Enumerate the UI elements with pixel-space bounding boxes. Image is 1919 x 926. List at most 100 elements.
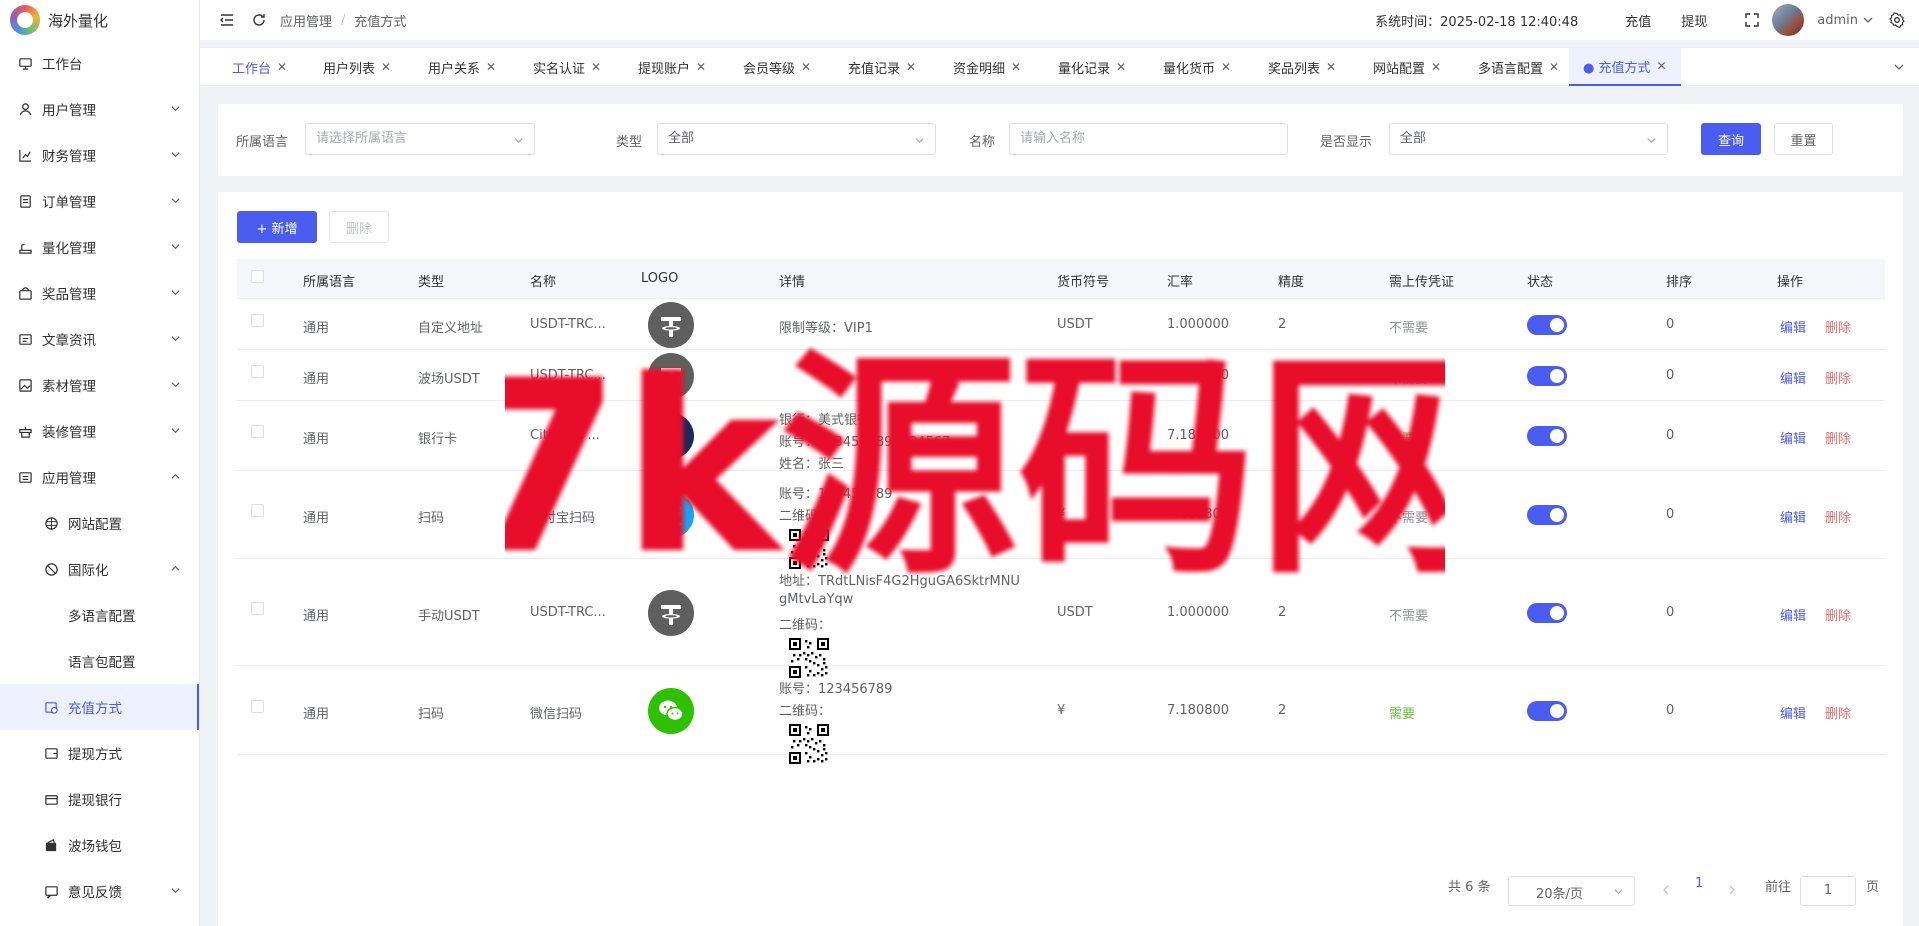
tab-item[interactable]: 量化记录 ✕ [1058, 48, 1126, 86]
row-checkbox[interactable] [251, 364, 264, 378]
sidebar-item-recharge-methods[interactable]: 充值方式 [0, 684, 199, 730]
tab-item[interactable]: ● 充值方式 ✕ [1569, 48, 1681, 86]
sidebar-item-prizes[interactable]: 奖品管理 [0, 270, 199, 316]
sidebar-item-withdraw-methods[interactable]: 提现方式 [0, 730, 199, 776]
collapse-menu-icon[interactable] [219, 12, 235, 28]
sidebar-item-decoration[interactable]: 装修管理 [0, 408, 199, 454]
row-checkbox[interactable] [251, 425, 264, 438]
tabs-more-chevron-icon[interactable] [1893, 61, 1905, 73]
chevron-down-icon[interactable] [1862, 14, 1874, 26]
edit-button[interactable]: 编辑 [1780, 605, 1806, 624]
refresh-icon[interactable] [251, 12, 267, 28]
sidebar-item-withdraw-banks[interactable]: 提现银行 [0, 776, 199, 822]
sidebar-item-i18n[interactable]: 国际化 [0, 546, 199, 592]
delete-button[interactable]: 删除 [329, 211, 389, 243]
edit-button[interactable]: 编辑 [1780, 368, 1806, 387]
tab-item[interactable]: 会员等级 ✕ [743, 48, 811, 86]
tab-item[interactable]: 实名认证 ✕ [533, 48, 601, 86]
lang-select[interactable]: 请选择所属语言 [305, 123, 535, 155]
row-checkbox[interactable] [251, 699, 264, 713]
delete-row-button[interactable]: 删除 [1825, 317, 1851, 336]
close-icon[interactable]: ✕ [1549, 60, 1559, 74]
sidebar-item-dashboard[interactable]: 工作台 [0, 40, 199, 86]
page-unit-label: 页 [1866, 880, 1880, 895]
breadcrumb-item[interactable]: 应用管理 [280, 11, 332, 30]
sidebar-item-label: 应用管理 [42, 471, 96, 487]
sidebar-item-feedback[interactable]: 意见反馈 [0, 868, 199, 914]
query-button[interactable]: 查询 [1701, 123, 1761, 155]
sidebar-item-site-config[interactable]: 网站配置 [0, 500, 199, 546]
close-icon[interactable]: ✕ [696, 60, 706, 74]
close-icon[interactable]: ✕ [1221, 60, 1231, 74]
tab-item[interactable]: 提现账户 ✕ [638, 48, 706, 86]
printer-icon [17, 239, 33, 255]
edit-button[interactable]: 编辑 [1780, 317, 1806, 336]
delete-row-button[interactable]: 删除 [1825, 605, 1851, 624]
status-toggle[interactable] [1527, 602, 1567, 623]
close-icon[interactable]: ✕ [801, 60, 811, 74]
add-button[interactable]: + 新增 [237, 211, 317, 243]
name-input[interactable]: 请输入名称 [1009, 123, 1288, 155]
sidebar-item-users[interactable]: 用户管理 [0, 86, 199, 132]
tab-item[interactable]: 资金明细 ✕ [953, 48, 1021, 86]
close-icon[interactable]: ✕ [591, 60, 601, 74]
status-toggle[interactable] [1527, 700, 1567, 721]
sidebar-item-materials[interactable]: 素材管理 [0, 362, 199, 408]
avatar[interactable] [1772, 4, 1805, 36]
gear-icon[interactable] [1889, 12, 1905, 28]
page-size-select[interactable]: 20条/页 [1508, 876, 1635, 906]
withdraw-link[interactable]: 提现 [1681, 11, 1707, 30]
close-icon[interactable]: ✕ [277, 60, 287, 74]
tab-item[interactable]: 量化货币 ✕ [1163, 48, 1231, 86]
type-select[interactable]: 全部 [657, 123, 936, 155]
edit-button[interactable]: 编辑 [1780, 703, 1806, 722]
status-toggle[interactable] [1527, 426, 1567, 446]
username[interactable]: admin [1817, 13, 1858, 28]
close-icon[interactable]: ✕ [1326, 60, 1336, 74]
status-toggle[interactable] [1527, 505, 1567, 525]
close-icon[interactable]: ✕ [1656, 59, 1666, 73]
close-icon[interactable]: ✕ [1011, 60, 1021, 74]
monitor-icon [17, 55, 33, 71]
close-icon[interactable]: ✕ [906, 60, 916, 74]
next-page-icon[interactable] [1726, 884, 1738, 896]
current-page[interactable]: 1 [1695, 876, 1703, 891]
tab-item[interactable]: 用户列表 ✕ [323, 48, 391, 86]
close-icon[interactable]: ✕ [1431, 60, 1441, 74]
goto-page-input[interactable]: 1 [1800, 876, 1856, 906]
tab-item[interactable]: 充值记录 ✕ [848, 48, 916, 86]
tab-item[interactable]: 网站配置 ✕ [1373, 48, 1441, 86]
edit-button[interactable]: 编辑 [1780, 507, 1806, 526]
tab-item[interactable]: 工作台 ✕ [232, 48, 287, 86]
sidebar-item-langpack[interactable]: 语言包配置 [0, 638, 199, 684]
sidebar-item-articles[interactable]: 文章资讯 [0, 316, 199, 362]
row-checkbox[interactable] [251, 601, 264, 615]
sidebar-item-multilang[interactable]: 多语言配置 [0, 592, 199, 638]
sidebar-item-orders[interactable]: 订单管理 [0, 178, 199, 224]
tab-item[interactable]: 多语言配置 ✕ [1478, 48, 1559, 86]
delete-row-button[interactable]: 删除 [1825, 428, 1851, 447]
close-icon[interactable]: ✕ [381, 60, 391, 74]
delete-row-button[interactable]: 删除 [1825, 507, 1851, 526]
delete-row-button[interactable]: 删除 [1825, 703, 1851, 722]
tab-item[interactable]: 奖品列表 ✕ [1268, 48, 1336, 86]
sidebar-item-tron-wallet[interactable]: 波场钱包 [0, 822, 199, 868]
delete-row-button[interactable]: 删除 [1825, 368, 1851, 387]
sidebar-item-finance[interactable]: 财务管理 [0, 132, 199, 178]
status-toggle[interactable] [1527, 314, 1567, 335]
reset-button[interactable]: 重置 [1774, 123, 1833, 155]
status-toggle[interactable] [1527, 365, 1567, 386]
sidebar-item-apps[interactable]: 应用管理 [0, 454, 199, 500]
show-select[interactable]: 全部 [1389, 123, 1668, 155]
row-checkbox[interactable] [251, 313, 264, 327]
sidebar-item-quant[interactable]: 量化管理 [0, 224, 199, 270]
edit-button[interactable]: 编辑 [1780, 428, 1806, 447]
fullscreen-icon[interactable] [1744, 12, 1760, 28]
close-icon[interactable]: ✕ [486, 60, 496, 74]
close-icon[interactable]: ✕ [1116, 60, 1126, 74]
row-checkbox[interactable] [251, 504, 264, 517]
prev-page-icon[interactable] [1660, 884, 1672, 896]
recharge-link[interactable]: 充值 [1625, 11, 1651, 30]
select-all-checkbox[interactable] [251, 270, 264, 283]
tab-item[interactable]: 用户关系 ✕ [428, 48, 496, 86]
